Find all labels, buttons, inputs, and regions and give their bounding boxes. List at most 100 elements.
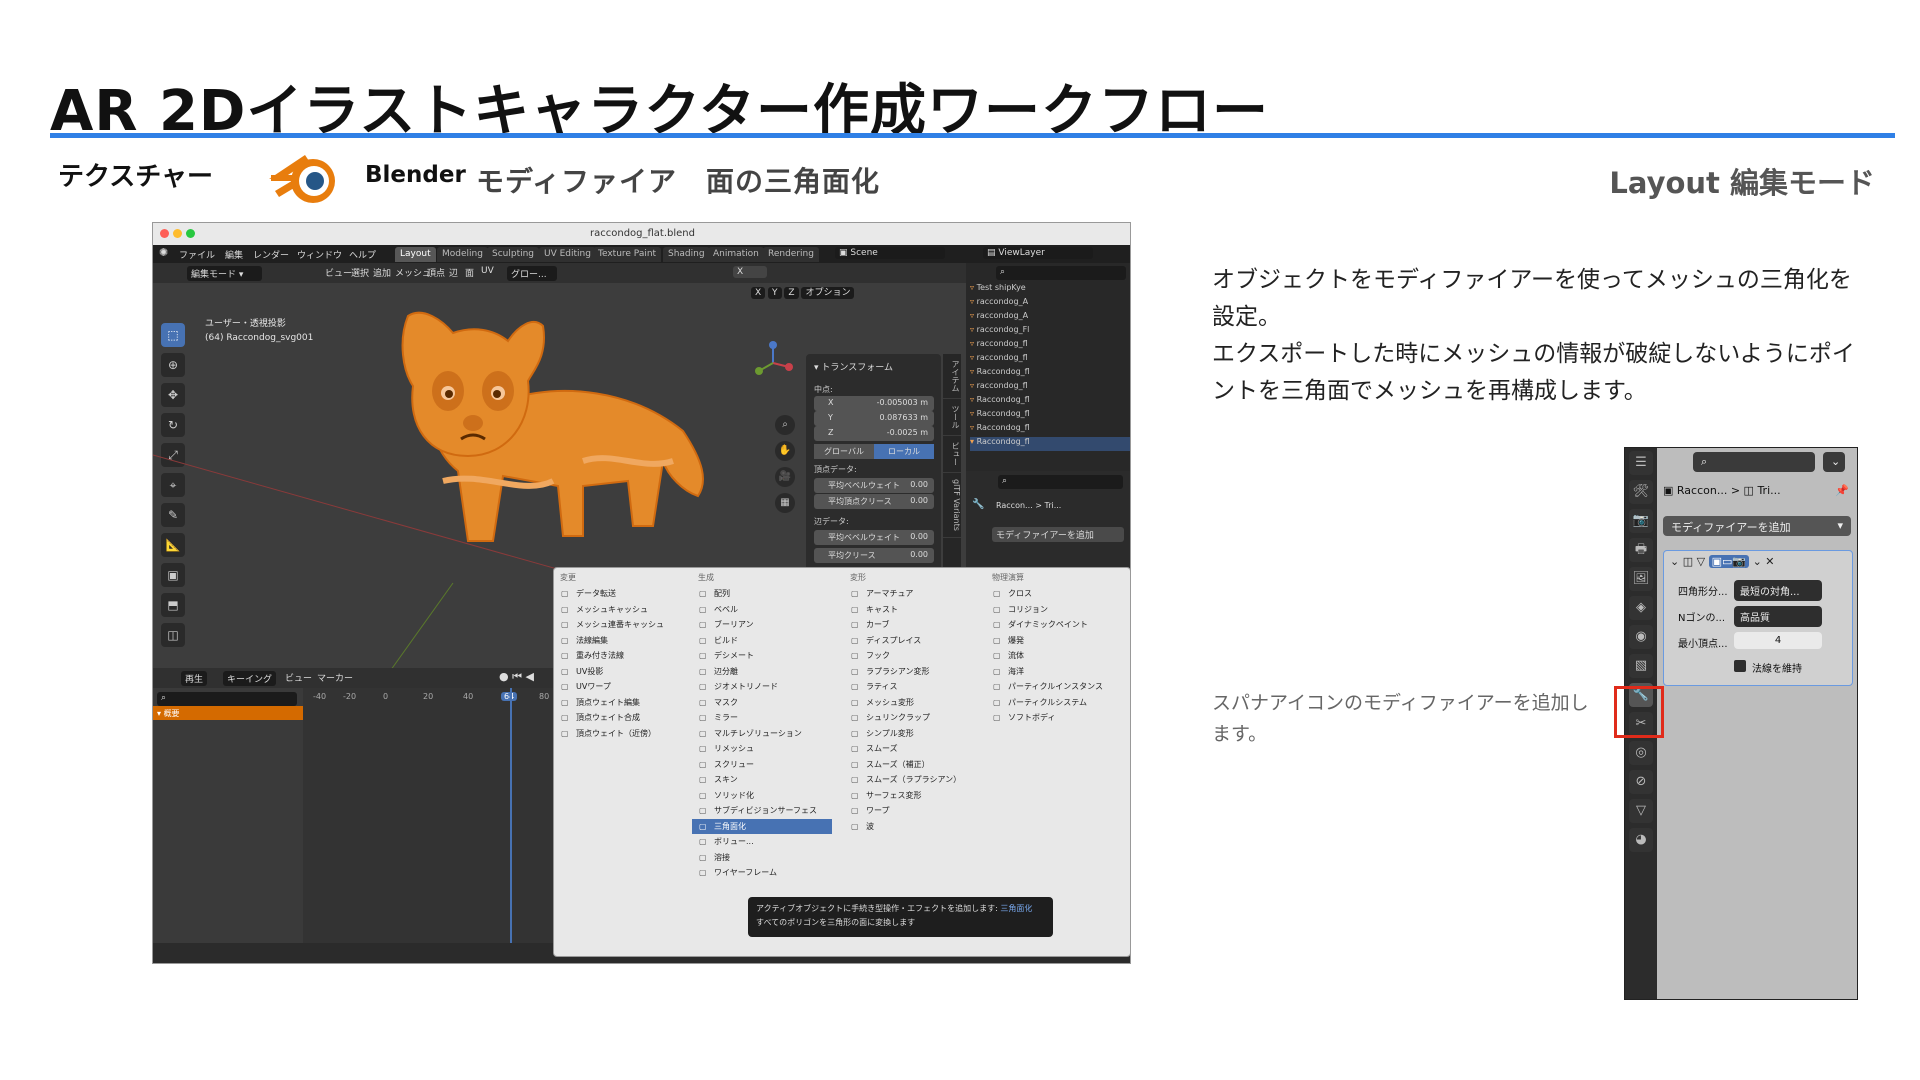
- scene-selector[interactable]: ▣ Scene: [835, 247, 945, 259]
- menu-item-shrinkwrap[interactable]: シュリンクラップ: [844, 710, 984, 726]
- tab-modeling[interactable]: Modeling: [437, 247, 488, 262]
- menu-item-displace[interactable]: ディスプレイス: [844, 633, 984, 649]
- outliner-item[interactable]: ▿ Raccondog_fl: [970, 367, 1130, 381]
- display-toggle-icons[interactable]: ▣▭📷: [1708, 555, 1750, 568]
- render-icon[interactable]: 📷: [1629, 509, 1653, 533]
- menu-item-edge-split[interactable]: 辺分離: [692, 664, 832, 680]
- tab-texture-paint[interactable]: Texture Paint: [593, 247, 662, 262]
- axis-x-toggle[interactable]: X: [733, 266, 767, 278]
- menu-item-screw[interactable]: スクリュー: [692, 757, 832, 773]
- outliner-search-input[interactable]: ⌕: [996, 266, 1126, 280]
- menu-item-boolean[interactable]: ブーリアン: [692, 617, 832, 633]
- menu-item-uv-project[interactable]: UV投影: [554, 664, 694, 680]
- tab-animation[interactable]: Animation: [708, 247, 764, 262]
- navigation-gizmo-icon[interactable]: [751, 341, 796, 386]
- editor-type-icon[interactable]: ☰: [1629, 451, 1653, 475]
- menu-item-dynamic-paint[interactable]: ダイナミックペイント: [986, 617, 1126, 633]
- timeline-view-menu[interactable]: ビュー: [285, 671, 312, 684]
- tool-settings-icon[interactable]: 🛠: [1629, 480, 1653, 504]
- menu-item-mesh-sequence-cache[interactable]: メッシュ連番キャッシュ: [554, 617, 694, 633]
- delete-modifier-icon[interactable]: ✕: [1765, 555, 1774, 568]
- outliner-item[interactable]: ▿ raccondog_fl: [970, 381, 1130, 395]
- keep-normals-checkbox[interactable]: [1734, 660, 1746, 672]
- menu-item-lattice[interactable]: ラティス: [844, 679, 984, 695]
- playhead[interactable]: [510, 688, 512, 943]
- menu-item-remesh[interactable]: リメッシュ: [692, 741, 832, 757]
- menu-item-surface-deform[interactable]: サーフェス変形: [844, 788, 984, 804]
- outliner-item[interactable]: ▿ Raccondog_fl: [970, 423, 1130, 437]
- menu-item-mesh-cache[interactable]: メッシュキャッシュ: [554, 602, 694, 618]
- scene-icon[interactable]: ◈: [1629, 596, 1653, 620]
- blender-menu-icon[interactable]: ✺: [159, 246, 168, 259]
- playback-controls-icon[interactable]: ● ⏮ ◀: [499, 670, 534, 684]
- viewport-menu-add[interactable]: 追加: [373, 266, 391, 279]
- menu-item-decimate[interactable]: デシメート: [692, 648, 832, 664]
- menu-item-vertex-weight-edit[interactable]: 頂点ウェイト編集: [554, 695, 694, 711]
- menu-item-mesh-deform[interactable]: メッシュ変形: [844, 695, 984, 711]
- median-y-field[interactable]: Y 0.087633 m: [814, 411, 934, 426]
- menu-item-bevel[interactable]: ベベル: [692, 602, 832, 618]
- sidebar-tab-tool[interactable]: ツール: [943, 399, 961, 436]
- tab-sculpting[interactable]: Sculpting: [487, 247, 540, 262]
- properties-search-input[interactable]: ⌕: [1693, 452, 1815, 472]
- output-icon[interactable]: 🖶: [1629, 538, 1653, 562]
- menu-item-subdivision-surface[interactable]: サブディビジョンサーフェス: [692, 803, 832, 819]
- outliner-item[interactable]: ▿ raccondog_fl: [970, 353, 1130, 367]
- sidebar-tab-gltf-variants[interactable]: glTF Variants: [943, 473, 961, 538]
- menu-window[interactable]: ウィンドウ: [297, 248, 342, 261]
- outliner-item[interactable]: ▿ Test shipKye: [970, 283, 1130, 297]
- menu-item-soft-body[interactable]: ソフトボディ: [986, 710, 1126, 726]
- menu-item-particle-instance[interactable]: パーティクルインスタンス: [986, 679, 1126, 695]
- outliner-item[interactable]: ▿ raccondog_Fl: [970, 325, 1130, 339]
- collection-icon[interactable]: ▧: [1629, 654, 1653, 678]
- menu-item-build[interactable]: ビルド: [692, 633, 832, 649]
- tool-tab-icon[interactable]: 🔧: [972, 499, 986, 510]
- menu-item-explode[interactable]: 爆発: [986, 633, 1126, 649]
- tab-shading[interactable]: Shading: [663, 247, 710, 262]
- viewport-menu-uv[interactable]: UV: [481, 266, 494, 276]
- menu-item-vertex-weight-mix[interactable]: 頂点ウェイト合成: [554, 710, 694, 726]
- viewport-menu-mesh[interactable]: メッシュ: [395, 266, 431, 279]
- menu-item-weld[interactable]: 溶接: [692, 850, 832, 866]
- outliner-item[interactable]: ▿ Raccondog_fl: [970, 409, 1130, 423]
- menu-item-simple-deform[interactable]: シンプル変形: [844, 726, 984, 742]
- outliner-item[interactable]: ▿ raccondog_A: [970, 311, 1130, 325]
- menu-item-skin[interactable]: スキン: [692, 772, 832, 788]
- menu-item-wireframe[interactable]: ワイヤーフレーム: [692, 865, 832, 881]
- viewport-menu-face[interactable]: 面: [465, 266, 474, 279]
- menu-edit[interactable]: 編集: [225, 248, 243, 261]
- add-modifier-dropdown[interactable]: モディファイアーを追加 ▾: [1663, 516, 1851, 536]
- transform-orientation-dropdown[interactable]: グロー...: [507, 266, 557, 281]
- global-button[interactable]: グローバル: [814, 444, 874, 459]
- menu-item-cloth[interactable]: クロス: [986, 586, 1126, 602]
- mode-dropdown[interactable]: 編集モード ▾: [187, 266, 262, 281]
- properties-search-input[interactable]: ⌕: [998, 475, 1123, 489]
- pin-icon[interactable]: 📌: [1835, 484, 1849, 497]
- menu-item-smooth-laplacian[interactable]: スムーズ（ラプラシアン）: [844, 772, 984, 788]
- median-z-field[interactable]: Z -0.0025 m: [814, 426, 934, 441]
- grid-view-icon[interactable]: ▦: [775, 493, 795, 513]
- menu-item-curve[interactable]: カーブ: [844, 617, 984, 633]
- menu-item-triangulate[interactable]: 三角面化: [692, 818, 832, 834]
- object-data-icon[interactable]: ▽: [1629, 799, 1653, 823]
- viewlayer-selector[interactable]: ▤ ViewLayer: [983, 247, 1093, 259]
- menu-item-warp[interactable]: ワープ: [844, 803, 984, 819]
- menu-item-mirror[interactable]: ミラー: [692, 710, 832, 726]
- sidebar-tab-item[interactable]: アイテム: [943, 354, 961, 399]
- timeline-search-input[interactable]: ⌕: [157, 692, 297, 706]
- menu-item-ocean[interactable]: 海洋: [986, 664, 1126, 680]
- camera-icon[interactable]: 🎥: [775, 467, 795, 487]
- menu-item-particle-system[interactable]: パーティクルシステム: [986, 695, 1126, 711]
- tab-uv-editing[interactable]: UV Editing: [539, 247, 596, 262]
- collapse-chevron-icon[interactable]: ⌄: [1670, 555, 1683, 568]
- menu-item-wave[interactable]: 波: [844, 819, 984, 835]
- tab-layout[interactable]: Layout: [395, 247, 436, 262]
- menu-item-smooth[interactable]: スムーズ: [844, 741, 984, 757]
- viewport-menu-select[interactable]: 選択: [351, 266, 369, 279]
- viewport-menu-view[interactable]: ビュー: [325, 266, 352, 279]
- properties-options-icon[interactable]: ⌄: [1823, 452, 1845, 472]
- constraints-icon[interactable]: ⊘: [1629, 770, 1653, 794]
- menu-help[interactable]: ヘルプ: [349, 248, 376, 261]
- menu-item-cast[interactable]: キャスト: [844, 602, 984, 618]
- menu-item-array[interactable]: 配列: [692, 586, 832, 602]
